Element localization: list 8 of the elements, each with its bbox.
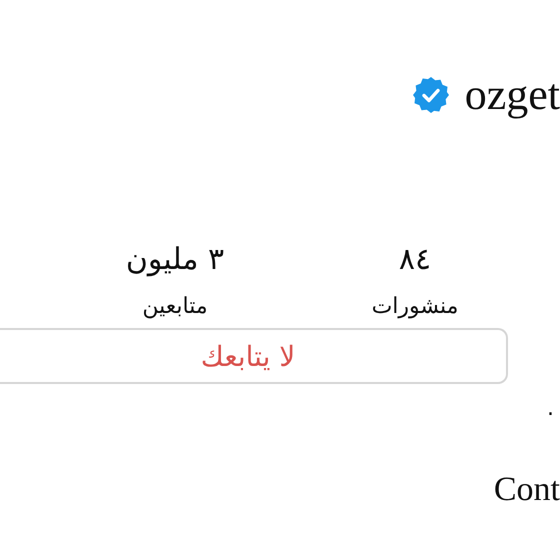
- stat-label[interactable]: منشورات: [372, 292, 458, 322]
- bio-text: .: [547, 396, 554, 421]
- stat-label[interactable]: متابعين: [142, 292, 208, 322]
- username: ozget: [464, 70, 560, 120]
- contact-label: Cont: [494, 471, 560, 509]
- stat-count: ٨٤: [398, 241, 432, 279]
- stat-count: ٣ مليون: [126, 241, 224, 279]
- follow-status: لا يتابعك: [200, 340, 296, 372]
